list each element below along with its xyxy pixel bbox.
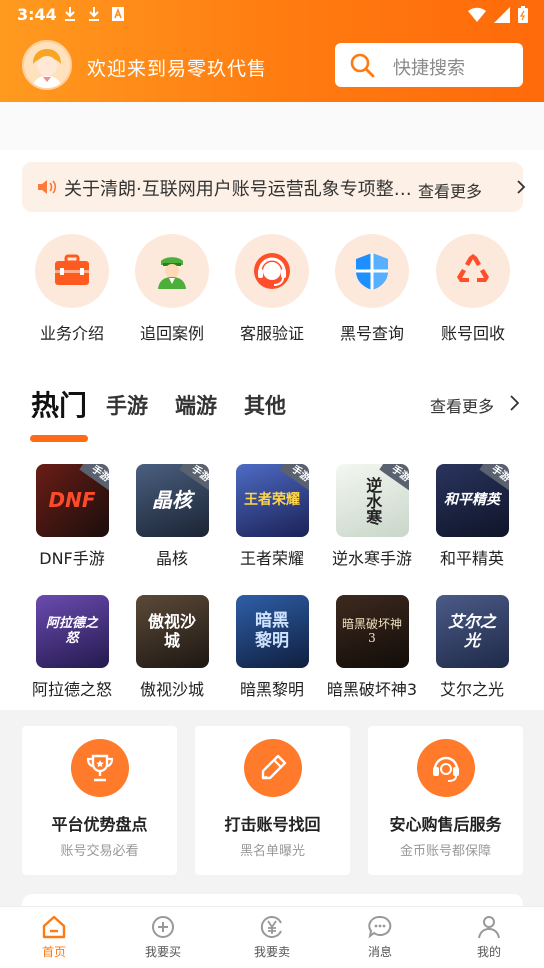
tab-pc-games[interactable]: 端游 [175, 390, 217, 420]
avatar[interactable] [22, 40, 72, 90]
home-icon [42, 915, 66, 939]
game-thumbnail: DNF 手游 [35, 464, 109, 537]
game-thumbnail: 暗黑黎明 [235, 595, 309, 668]
status-time: 3:44 [17, 5, 57, 24]
chevron-right-icon [510, 395, 519, 411]
download-icon [89, 7, 99, 21]
header: 3:44 欢迎来到易零玖代售 快捷搜索 [0, 0, 544, 102]
battery-icon [518, 6, 528, 23]
banner-area [0, 102, 544, 150]
trophy-icon [86, 754, 113, 782]
search-icon [350, 53, 375, 78]
speaker-icon [38, 180, 57, 194]
game-item[interactable]: 和平精英 手游 和平精英 [424, 464, 520, 569]
officer-icon [158, 257, 186, 289]
headset-icon [254, 253, 290, 289]
nav-buy[interactable]: 我要买 [123, 915, 203, 960]
plus-circle-icon [152, 916, 174, 938]
game-thumbnail: 暗黑破坏神3 [335, 595, 409, 668]
quick-link-service-verify[interactable]: 客服验证 [235, 234, 309, 344]
game-thumbnail: 傲视沙城 [135, 595, 209, 668]
game-item[interactable]: 艾尔之光 艾尔之光 [424, 595, 520, 700]
wifi-icon [468, 7, 486, 22]
game-item[interactable]: 暗黑黎明 暗黑黎明 [224, 595, 320, 700]
game-item[interactable]: 晶核 手游 晶核 [124, 464, 220, 569]
tab-mobile-games[interactable]: 手游 [106, 390, 148, 420]
notice-more-link[interactable]: 查看更多 [418, 178, 482, 202]
nav-profile[interactable]: 我的 [449, 915, 529, 960]
briefcase-icon [55, 254, 89, 285]
signal-icon [494, 6, 510, 23]
chevron-right-icon [517, 180, 526, 194]
recycle-icon [457, 254, 489, 282]
games-more-link[interactable]: 查看更多 [430, 393, 494, 417]
shield-icon [356, 253, 388, 290]
feature-card-anti-recovery[interactable]: 打击账号找回 黑名单曝光 [195, 726, 350, 875]
search-placeholder: 快捷搜索 [393, 58, 465, 79]
game-thumbnail: 阿拉德之怒 [35, 595, 109, 668]
game-thumbnail: 艾尔之光 [435, 595, 509, 668]
game-item[interactable]: 逆水寒 手游 逆水寒手游 [324, 464, 420, 569]
pencil-icon [261, 754, 286, 780]
quick-link-blacklist-query[interactable]: 黑号查询 [335, 234, 409, 344]
nav-home[interactable]: 首页 [14, 915, 94, 960]
game-thumbnail: 逆水寒 手游 [335, 464, 409, 537]
search-box[interactable]: 快捷搜索 [335, 43, 523, 87]
game-thumbnail: 晶核 手游 [135, 464, 209, 537]
message-icon [368, 915, 392, 939]
user-icon [478, 916, 500, 939]
notice-bar[interactable]: 关于清朗·互联网用户账号运营乱象专项整治行动的公告 查看更多 [22, 162, 526, 212]
notice-text: 关于清朗·互联网用户账号运营乱象专项整治行动的公告 [64, 179, 412, 200]
yen-icon [260, 916, 282, 938]
nav-messages[interactable]: 消息 [340, 915, 420, 960]
quick-link-recovery-cases[interactable]: 追回案例 [135, 234, 209, 344]
game-item[interactable]: DNF 手游 DNF手游 [24, 464, 120, 569]
nav-sell[interactable]: 我要卖 [232, 915, 312, 960]
game-item[interactable]: 阿拉德之怒 阿拉德之怒 [24, 595, 120, 700]
font-icon [112, 7, 124, 21]
welcome-text: 欢迎来到易零玖代售 [87, 58, 268, 80]
service-icon [432, 756, 459, 782]
game-item[interactable]: 王者荣耀 手游 王者荣耀 [224, 464, 320, 569]
quick-link-business[interactable]: 业务介绍 [35, 234, 109, 344]
game-item[interactable]: 暗黑破坏神3 暗黑破坏神3 [324, 595, 420, 700]
tab-hot[interactable]: 热门 [31, 384, 87, 424]
tab-other[interactable]: 其他 [244, 390, 286, 420]
game-item[interactable]: 傲视沙城 傲视沙城 [124, 595, 220, 700]
bottom-nav: 首页 我要买 我要卖 消息 我的 [0, 906, 544, 968]
feature-card-platform-advantages[interactable]: 平台优势盘点 账号交易必看 [22, 726, 177, 875]
active-tab-indicator [30, 435, 88, 442]
quick-link-account-recycle[interactable]: 账号回收 [436, 234, 510, 344]
game-thumbnail: 和平精英 手游 [435, 464, 509, 537]
status-bar: 3:44 [0, 0, 544, 30]
feature-card-after-sale-service[interactable]: 安心购售后服务 金币账号都保障 [368, 726, 523, 875]
download-icon [65, 7, 75, 21]
game-thumbnail: 王者荣耀 手游 [235, 464, 309, 537]
